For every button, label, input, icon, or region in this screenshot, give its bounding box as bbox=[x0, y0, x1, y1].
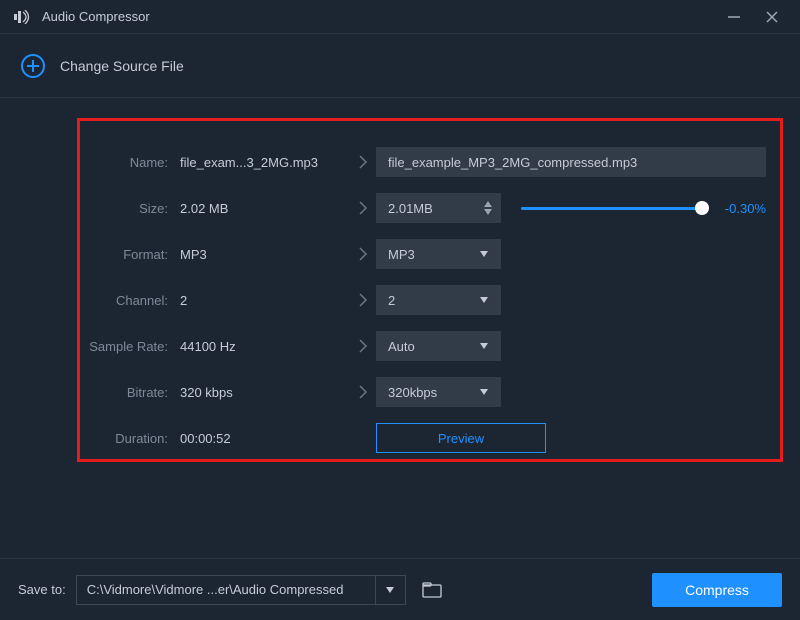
label-name: Name: bbox=[80, 155, 180, 170]
row-name: Name: file_exam...3_2MG.mp3 file_example… bbox=[80, 147, 766, 177]
row-bitrate: Bitrate: 320 kbps 320kbps bbox=[80, 377, 766, 407]
footer: Save to: C:\Vidmore\Vidmore ...er\Audio … bbox=[0, 558, 800, 620]
app-icon bbox=[14, 10, 32, 24]
chevron-right-icon bbox=[350, 338, 376, 354]
chevron-right-icon bbox=[350, 292, 376, 308]
close-button[interactable] bbox=[758, 3, 786, 31]
slider-thumb[interactable] bbox=[695, 201, 709, 215]
row-size: Size: 2.02 MB 2.01MB -0.30% bbox=[80, 193, 766, 223]
settings-panel: Name: file_exam...3_2MG.mp3 file_example… bbox=[77, 118, 783, 462]
row-format: Format: MP3 MP3 bbox=[80, 239, 766, 269]
folder-icon bbox=[422, 582, 442, 598]
chevron-right-icon bbox=[350, 200, 376, 216]
source-size: 2.02 MB bbox=[180, 201, 350, 216]
label-format: Format: bbox=[80, 247, 180, 262]
plus-circle-icon bbox=[20, 53, 46, 79]
source-channel: 2 bbox=[180, 293, 350, 308]
save-path-dropdown[interactable] bbox=[376, 575, 406, 605]
chevron-down-icon bbox=[479, 285, 489, 315]
bitrate-selected: 320kbps bbox=[388, 385, 437, 400]
channel-selected: 2 bbox=[388, 293, 395, 308]
label-sample-rate: Sample Rate: bbox=[80, 339, 180, 354]
sample-rate-dropdown[interactable]: Auto bbox=[376, 331, 501, 361]
row-sample-rate: Sample Rate: 44100 Hz Auto bbox=[80, 331, 766, 361]
target-size-value: 2.01MB bbox=[388, 201, 433, 216]
source-name: file_exam...3_2MG.mp3 bbox=[180, 155, 350, 170]
minimize-button[interactable] bbox=[720, 3, 748, 31]
preview-label: Preview bbox=[438, 431, 484, 446]
chevron-right-icon bbox=[350, 154, 376, 170]
row-channel: Channel: 2 2 bbox=[80, 285, 766, 315]
chevron-down-icon bbox=[479, 239, 489, 269]
spin-up-icon[interactable] bbox=[483, 200, 493, 208]
chevron-down-icon bbox=[479, 331, 489, 361]
chevron-down-icon bbox=[385, 586, 395, 594]
chevron-right-icon bbox=[350, 384, 376, 400]
label-bitrate: Bitrate: bbox=[80, 385, 180, 400]
preview-button[interactable]: Preview bbox=[376, 423, 546, 453]
save-to-label: Save to: bbox=[18, 582, 66, 597]
label-size: Size: bbox=[80, 201, 180, 216]
source-format: MP3 bbox=[180, 247, 350, 262]
titlebar: Audio Compressor bbox=[0, 0, 800, 34]
size-delta: -0.30% bbox=[716, 201, 766, 216]
change-source-bar[interactable]: Change Source File bbox=[0, 34, 800, 98]
spin-down-icon[interactable] bbox=[483, 208, 493, 216]
label-duration: Duration: bbox=[80, 431, 180, 446]
chevron-right-icon bbox=[350, 246, 376, 262]
compress-button[interactable]: Compress bbox=[652, 573, 782, 607]
source-sample-rate: 44100 Hz bbox=[180, 339, 350, 354]
bitrate-dropdown[interactable]: 320kbps bbox=[376, 377, 501, 407]
format-dropdown[interactable]: MP3 bbox=[376, 239, 501, 269]
sample-rate-selected: Auto bbox=[388, 339, 415, 354]
label-channel: Channel: bbox=[80, 293, 180, 308]
target-name-value: file_example_MP3_2MG_compressed.mp3 bbox=[388, 155, 637, 170]
save-path-value: C:\Vidmore\Vidmore ...er\Audio Compresse… bbox=[87, 582, 344, 597]
size-slider[interactable] bbox=[521, 193, 702, 223]
target-name-input[interactable]: file_example_MP3_2MG_compressed.mp3 bbox=[376, 147, 766, 177]
window-title: Audio Compressor bbox=[42, 9, 720, 24]
source-duration: 00:00:52 bbox=[180, 431, 350, 446]
slider-track bbox=[521, 207, 702, 210]
compress-label: Compress bbox=[685, 582, 749, 598]
target-size-spinner[interactable]: 2.01MB bbox=[376, 193, 501, 223]
change-source-label: Change Source File bbox=[60, 58, 184, 74]
open-folder-button[interactable] bbox=[418, 576, 446, 604]
source-bitrate: 320 kbps bbox=[180, 385, 350, 400]
format-selected: MP3 bbox=[388, 247, 415, 262]
chevron-down-icon bbox=[479, 377, 489, 407]
save-path-field[interactable]: C:\Vidmore\Vidmore ...er\Audio Compresse… bbox=[76, 575, 376, 605]
channel-dropdown[interactable]: 2 bbox=[376, 285, 501, 315]
row-duration: Duration: 00:00:52 Preview bbox=[80, 423, 766, 453]
